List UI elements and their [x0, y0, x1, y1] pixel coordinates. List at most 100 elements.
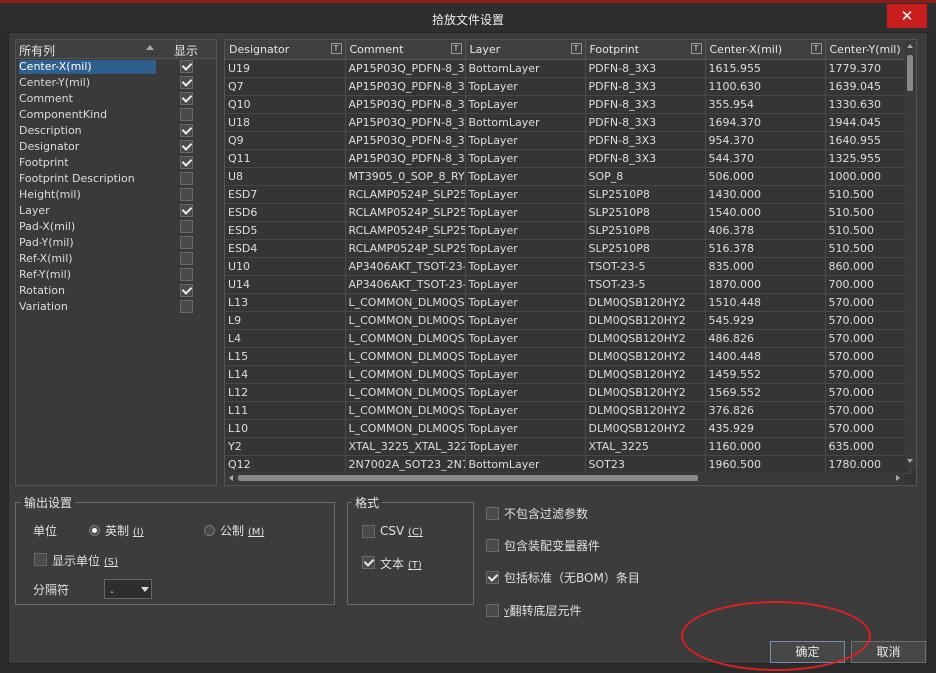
include-variants-label[interactable]: 包含装配变量器件	[504, 537, 600, 554]
show-column-checkbox[interactable]	[180, 124, 193, 137]
show-units-label[interactable]: 显示单位 (S)	[52, 552, 118, 569]
column-list-item[interactable]: Center-Y(mil)	[16, 75, 216, 91]
table-row[interactable]: U10 AP3406AKT_TSOT-23-5 TopLayer TSOT-23-5 8…	[225, 257, 911, 276]
column-list-item[interactable]: Layer	[16, 203, 216, 219]
text-checkbox[interactable]	[362, 556, 375, 569]
table-row[interactable]: U8MT3905_0_SOP_8_RY83TopLayerSOP_8506.00…	[225, 167, 911, 186]
close-button[interactable]: ✕	[887, 4, 927, 28]
column-header[interactable]: Comment T	[345, 40, 466, 60]
column-list-item[interactable]: Pad-X(mil)	[16, 219, 216, 235]
table-row[interactable]: Y2XTAL_3225_XTAL_3225_TopLayerXTAL_32251…	[225, 437, 911, 456]
include-variants-checkbox[interactable]	[486, 539, 499, 552]
show-header[interactable]: 显示	[174, 42, 198, 59]
column-header[interactable]: Designator T	[225, 40, 346, 60]
no-filter-params-checkbox[interactable]	[486, 507, 499, 520]
show-column-checkbox[interactable]	[180, 252, 193, 265]
imperial-label[interactable]: 英制 (I)	[105, 522, 144, 539]
table-row[interactable]: Q12 2N7002A_SOT23_2N70 BottomLayer SOT23 196…	[225, 455, 911, 474]
column-list-item[interactable]: ComponentKind	[16, 107, 216, 123]
table-row[interactable]: L9 L_COMMON_DLM0QSB TopLayer DLM0QSB120HY2 5…	[225, 311, 911, 330]
column-list-item[interactable]: Ref-X(mil)	[16, 251, 216, 267]
table-row[interactable]: Q7AP15P03Q_PDFN-8_3X3TopLayerPDFN-8_3X31…	[225, 77, 911, 96]
column-header[interactable]: Layer T	[465, 40, 586, 60]
include-standard-label[interactable]: 包括标准（无BOM）条目	[504, 569, 640, 586]
show-column-checkbox[interactable]	[180, 220, 193, 233]
show-column-checkbox[interactable]	[180, 188, 193, 201]
column-list-item[interactable]: Footprint Description	[16, 171, 216, 187]
csv-checkbox[interactable]	[362, 525, 375, 538]
table-row[interactable]: ESD4RCLAMP0524P_SLP2510TopLayerSLP2510P8…	[225, 239, 911, 258]
show-column-checkbox[interactable]	[180, 156, 193, 169]
scroll-left-icon[interactable]	[229, 475, 233, 481]
column-header[interactable]: Center-Y(mil)	[825, 40, 911, 60]
column-list-item[interactable]: Comment	[16, 91, 216, 107]
table-row[interactable]: L11 L_COMMON_DLM0QSB TopLayer DLM0QSB120HY2…	[225, 401, 911, 420]
table-row[interactable]: U19AP15P03Q_PDFN-8_3X3BottomLayerPDFN-8_…	[225, 59, 911, 78]
show-column-checkbox[interactable]	[180, 204, 193, 217]
title-bar[interactable]: 拾放文件设置 ✕	[0, 3, 936, 32]
table-row[interactable]: ESD5RCLAMP0524P_SLP2510TopLayerSLP2510P8…	[225, 221, 911, 240]
filter-icon[interactable]: T	[690, 43, 702, 54]
show-units-checkbox[interactable]	[34, 553, 47, 566]
table-row[interactable]: U18AP15P03Q_PDFN-8_3X3BottomLayerPDFN-8_…	[225, 113, 911, 132]
vertical-scrollbar[interactable]	[905, 41, 916, 468]
table-row[interactable]: L14 L_COMMON_DLM0QSB TopLayer DLM0QSB120HY2…	[225, 365, 911, 384]
table-row[interactable]: L4 L_COMMON_DLM0QSB TopLayer DLM0QSB120HY2 4…	[225, 329, 911, 348]
column-list-item[interactable]: Description	[16, 123, 216, 139]
table-row[interactable]: ESD6RCLAMP0524P_SLP2510TopLayerSLP2510P8…	[225, 203, 911, 222]
all-columns-header[interactable]: 所有列	[19, 42, 55, 59]
scroll-down-icon[interactable]	[907, 459, 913, 463]
table-row[interactable]: Q11AP15P03Q_PDFN-8_3X3TopLayerPDFN-8_3X3…	[225, 149, 911, 168]
table-body: U19AP15P03Q_PDFN-8_3X3BottomLayerPDFN-8_…	[225, 59, 911, 474]
column-header[interactable]: Center-X(mil) T	[705, 40, 826, 60]
show-column-checkbox[interactable]	[180, 300, 193, 313]
column-list-item[interactable]: Center-X(mil)	[16, 59, 216, 75]
show-column-checkbox[interactable]	[180, 236, 193, 249]
filter-icon[interactable]: T	[810, 43, 822, 54]
column-list-item[interactable]: Footprint	[16, 155, 216, 171]
show-column-checkbox[interactable]	[180, 92, 193, 105]
include-standard-checkbox[interactable]	[486, 571, 499, 584]
table-row[interactable]: Q9AP15P03Q_PDFN-8_3X3TopLayerPDFN-8_3X39…	[225, 131, 911, 150]
show-column-checkbox[interactable]	[180, 284, 193, 297]
table-row[interactable]: ESD7RCLAMP0524P_SLP2510TopLayerSLP2510P8…	[225, 185, 911, 204]
filter-icon[interactable]: T	[330, 43, 342, 54]
column-list-item[interactable]: Ref-Y(mil)	[16, 267, 216, 283]
column-header[interactable]: Footprint T	[585, 40, 706, 60]
scroll-right-icon[interactable]	[896, 475, 900, 481]
column-list-item[interactable]: Variation	[16, 299, 216, 315]
imperial-radio[interactable]	[89, 525, 100, 536]
filter-icon[interactable]: T	[450, 43, 462, 54]
scroll-up-icon[interactable]	[907, 44, 913, 48]
filter-icon[interactable]: T	[570, 43, 582, 54]
table-row[interactable]: L12 L_COMMON_DLM0QSB TopLayer DLM0QSB120HY2…	[225, 383, 911, 402]
text-label[interactable]: 文本 (T)	[380, 555, 422, 572]
sort-ascending-icon[interactable]	[146, 45, 154, 50]
table-row[interactable]: U14 AP3406AKT_TSOT-23-5 TopLayer TSOT-23-5 1…	[225, 275, 911, 294]
horizontal-scroll-thumb[interactable]	[238, 475, 698, 481]
table-row[interactable]: L15 L_COMMON_DLM0QSB TopLayer DLM0QSB120HY2…	[225, 347, 911, 366]
show-column-checkbox[interactable]	[180, 76, 193, 89]
show-column-checkbox[interactable]	[180, 108, 193, 121]
show-column-checkbox[interactable]	[180, 268, 193, 281]
column-list-item[interactable]: Pad-Y(mil)	[16, 235, 216, 251]
table-cell: PDFN-8_3X3	[585, 95, 706, 114]
table-row[interactable]: L13 L_COMMON_DLM0QSB TopLayer DLM0QSB120HY2…	[225, 293, 911, 312]
metric-label[interactable]: 公制 (M)	[220, 522, 264, 539]
metric-radio[interactable]	[204, 525, 215, 536]
csv-label[interactable]: CSV (C)	[380, 524, 423, 538]
column-list-item[interactable]: Rotation	[16, 283, 216, 299]
table-row[interactable]: L10 L_COMMON_DLM0QSB TopLayer DLM0QSB120HY2…	[225, 419, 911, 438]
separator-dropdown[interactable]: .	[104, 579, 152, 599]
vertical-scroll-thumb[interactable]	[907, 55, 913, 91]
column-list-item[interactable]: Designator	[16, 139, 216, 155]
horizontal-scrollbar[interactable]	[226, 472, 904, 484]
show-column-checkbox[interactable]	[180, 140, 193, 153]
column-list-item[interactable]: Height(mil)	[16, 187, 216, 203]
show-column-checkbox[interactable]	[180, 172, 193, 185]
y-flip-bottom-label[interactable]: Y翻转底层元件	[504, 602, 582, 619]
show-column-checkbox[interactable]	[180, 60, 193, 73]
table-row[interactable]: Q10AP15P03Q_PDFN-8_3X3TopLayerPDFN-8_3X3…	[225, 95, 911, 114]
no-filter-params-label[interactable]: 不包含过滤参数	[504, 505, 588, 522]
y-flip-bottom-checkbox[interactable]	[486, 604, 499, 617]
